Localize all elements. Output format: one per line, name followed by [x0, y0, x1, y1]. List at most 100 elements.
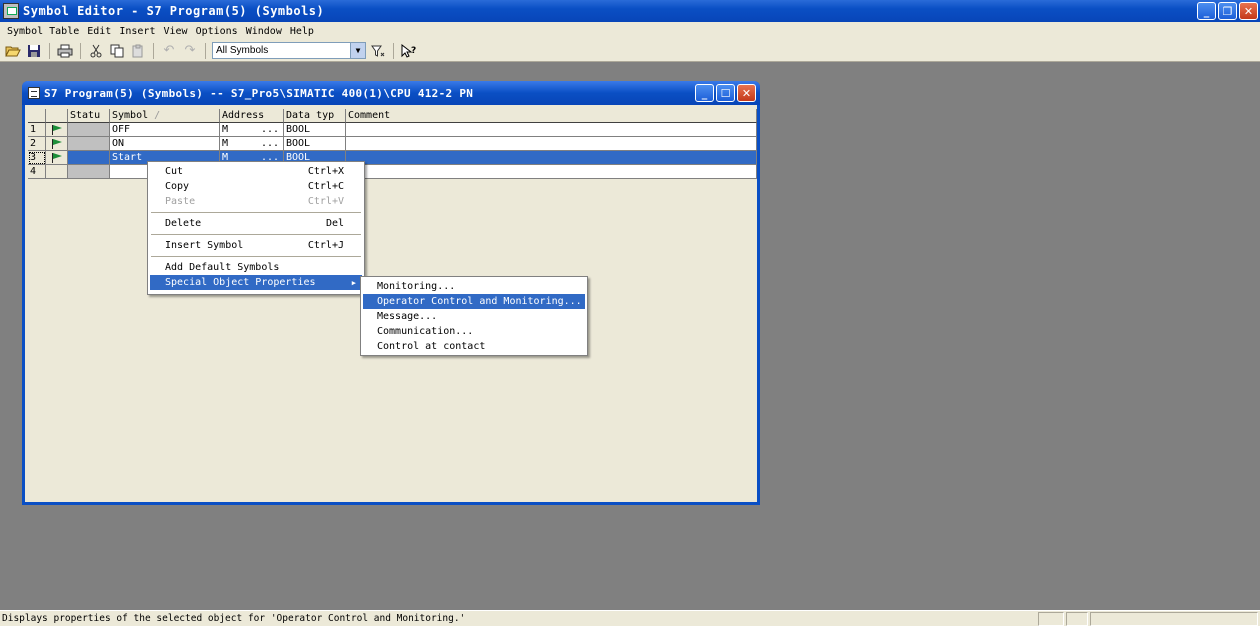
menu-item-cut[interactable]: Cut Ctrl+X	[150, 164, 362, 179]
address-prefix: M	[222, 138, 229, 149]
special-object-properties-submenu: Monitoring... Operator Control and Monit…	[360, 276, 588, 356]
symbol-filter-select[interactable]: All Symbols ▼	[212, 42, 366, 59]
minimize-button[interactable]: _	[1197, 2, 1216, 20]
child-window-controls: _ ☐ ✕	[695, 84, 756, 102]
menu-window[interactable]: Window	[242, 26, 286, 37]
row-number[interactable]: 4	[28, 165, 46, 179]
submenu-item-communication[interactable]: Communication...	[363, 324, 585, 339]
app-window-controls: _ ❐ ✕	[1197, 2, 1258, 20]
header-row-number[interactable]	[28, 109, 46, 123]
open-folder-icon[interactable]	[4, 42, 22, 60]
row-number[interactable]: 1	[28, 123, 46, 137]
row-flag	[46, 165, 68, 179]
menu-view[interactable]: View	[159, 26, 191, 37]
submenu-item-message[interactable]: Message...	[363, 309, 585, 324]
symbol-table-grid: Statu Symbol / Address Data typ Comment …	[28, 109, 757, 179]
symbol-table-window-title-bar[interactable]: S7 Program(5) (Symbols) -- S7_Pro5\SIMAT…	[22, 81, 760, 105]
header-symbol-label: Symbol	[112, 110, 149, 121]
save-icon[interactable]	[25, 42, 43, 60]
menu-item-special-object-properties[interactable]: Special Object Properties ▶	[150, 275, 362, 290]
redo-icon[interactable]: ↷	[181, 42, 199, 60]
header-data-type[interactable]: Data typ	[284, 109, 346, 123]
green-flag-icon	[52, 125, 64, 135]
context-menu: Cut Ctrl+X Copy Ctrl+C Paste Ctrl+V Delete D…	[147, 161, 365, 295]
row-number[interactable]: 2	[28, 137, 46, 151]
row-comment[interactable]	[346, 165, 757, 179]
chevron-down-icon[interactable]: ▼	[350, 43, 365, 58]
menu-item-insert-symbol-label: Insert Symbol	[165, 240, 244, 251]
symbol-editor-app-icon[interactable]	[3, 3, 19, 19]
child-minimize-button[interactable]: _	[695, 84, 714, 102]
menu-symbol-table[interactable]: Symbol Table	[3, 26, 83, 37]
menu-help[interactable]: Help	[286, 26, 318, 37]
toolbar-separator	[80, 42, 81, 59]
sort-indicator-icon: /	[154, 110, 161, 121]
toolbar-separator	[393, 42, 394, 59]
menu-item-paste-shortcut: Ctrl+V	[307, 196, 344, 207]
row-comment[interactable]	[346, 123, 757, 137]
menu-item-insert-symbol[interactable]: Insert Symbol Ctrl+J	[150, 238, 362, 253]
status-panel	[1090, 611, 1258, 626]
row-status[interactable]	[68, 137, 110, 151]
app-title-bar[interactable]: Symbol Editor - S7 Program(5) (Symbols) …	[0, 0, 1260, 22]
header-status[interactable]: Statu	[68, 109, 110, 123]
menu-item-paste[interactable]: Paste Ctrl+V	[150, 194, 362, 209]
paste-icon[interactable]	[129, 42, 147, 60]
filter-icon[interactable]	[369, 42, 387, 60]
menu-options[interactable]: Options	[192, 26, 242, 37]
row-status[interactable]	[68, 165, 110, 179]
row-address[interactable]: M...	[220, 137, 284, 151]
print-icon[interactable]	[56, 42, 74, 60]
row-comment[interactable]	[346, 151, 757, 165]
menu-edit[interactable]: Edit	[83, 26, 115, 37]
menu-separator	[151, 256, 361, 257]
row-symbol[interactable]: OFF	[110, 123, 220, 137]
cut-icon[interactable]	[87, 42, 105, 60]
symbol-table-window-title: S7 Program(5) (Symbols) -- S7_Pro5\SIMAT…	[44, 86, 474, 100]
row-status[interactable]	[68, 123, 110, 137]
table-row[interactable]: 1 OFF M... BOOL	[28, 123, 757, 137]
menu-item-add-default-symbols[interactable]: Add Default Symbols	[150, 260, 362, 275]
menu-item-insert-symbol-shortcut: Ctrl+J	[307, 240, 344, 251]
context-help-icon[interactable]: ?	[400, 42, 418, 60]
close-button[interactable]: ✕	[1239, 2, 1258, 20]
address-prefix: M	[222, 124, 229, 135]
menu-item-delete[interactable]: Delete Del	[150, 216, 362, 231]
table-row[interactable]: 4	[28, 165, 757, 179]
header-address[interactable]: Address	[220, 109, 284, 123]
submenu-arrow-icon: ▶	[351, 278, 356, 287]
menu-item-add-default-symbols-label: Add Default Symbols	[165, 262, 280, 273]
header-symbol[interactable]: Symbol /	[110, 109, 220, 123]
submenu-item-operator-control-monitoring[interactable]: Operator Control and Monitoring...	[363, 294, 585, 309]
child-close-button[interactable]: ✕	[737, 84, 756, 102]
copy-icon[interactable]	[108, 42, 126, 60]
submenu-item-monitoring[interactable]: Monitoring...	[363, 279, 585, 294]
row-flag	[46, 137, 68, 151]
row-data-type[interactable]: BOOL	[284, 123, 346, 137]
table-row[interactable]: 2 ON M... BOOL	[28, 137, 757, 151]
row-comment[interactable]	[346, 137, 757, 151]
table-row-selected[interactable]: 3 Start M... BOOL	[28, 151, 757, 165]
header-comment[interactable]: Comment	[346, 109, 757, 123]
row-flag	[46, 151, 68, 165]
restore-button[interactable]: ❐	[1218, 2, 1237, 20]
status-panel	[1066, 611, 1088, 626]
row-number[interactable]: 3	[28, 151, 46, 165]
symbol-filter-value: All Symbols	[216, 45, 269, 56]
row-status[interactable]	[68, 151, 110, 165]
child-maximize-button[interactable]: ☐	[716, 84, 735, 102]
symbol-table-icon[interactable]	[28, 87, 40, 99]
row-data-type[interactable]: BOOL	[284, 137, 346, 151]
menu-insert[interactable]: Insert	[115, 26, 159, 37]
toolbar: ↶ ↷ All Symbols ▼ ?	[0, 40, 1260, 62]
address-value: ...	[260, 124, 279, 135]
header-flag[interactable]	[46, 109, 68, 123]
menu-item-copy-shortcut: Ctrl+C	[307, 181, 344, 192]
menu-item-copy[interactable]: Copy Ctrl+C	[150, 179, 362, 194]
status-panel	[1038, 611, 1064, 626]
submenu-item-control-at-contact[interactable]: Control at contact	[363, 339, 585, 354]
undo-icon[interactable]: ↶	[160, 42, 178, 60]
row-address[interactable]: M...	[220, 123, 284, 137]
app-title: Symbol Editor - S7 Program(5) (Symbols)	[23, 4, 325, 18]
row-symbol[interactable]: ON	[110, 137, 220, 151]
